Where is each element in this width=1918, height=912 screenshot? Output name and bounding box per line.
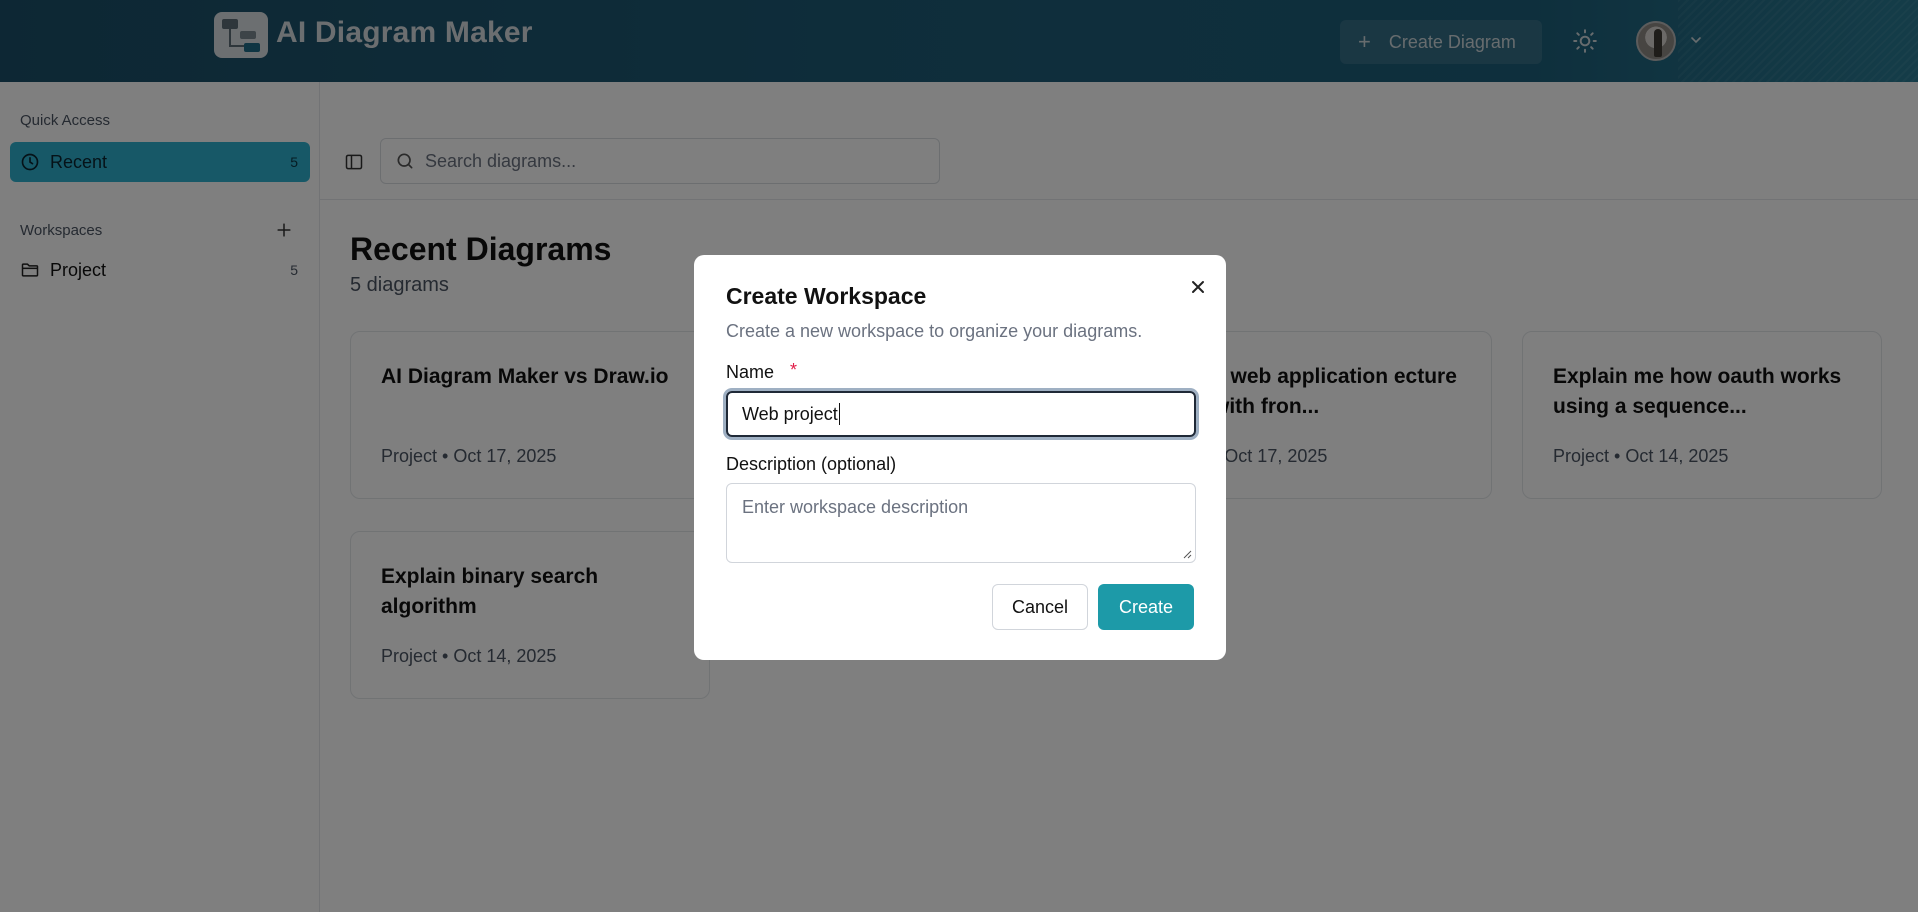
workspace-name-input[interactable]: Web project (726, 391, 1196, 437)
text-caret (838, 403, 840, 425)
cancel-button[interactable]: Cancel (992, 584, 1088, 630)
dialog-description: Create a new workspace to organize your … (726, 321, 1143, 341)
dialog-title: Create Workspace (726, 283, 927, 309)
description-placeholder: Enter workspace description (742, 497, 969, 517)
required-marker: * (790, 360, 798, 380)
close-icon[interactable] (1186, 275, 1210, 299)
name-label: Name (726, 362, 775, 382)
resize-grip-icon[interactable] (1182, 549, 1192, 559)
description-label: Description (optional) (726, 454, 897, 474)
workspace-description-textarea[interactable]: Enter workspace description (726, 483, 1196, 563)
create-workspace-dialog: Create Workspace Create a new workspace … (694, 255, 1226, 660)
create-button[interactable]: Create (1098, 584, 1194, 630)
workspace-name-value: Web project (742, 403, 838, 424)
